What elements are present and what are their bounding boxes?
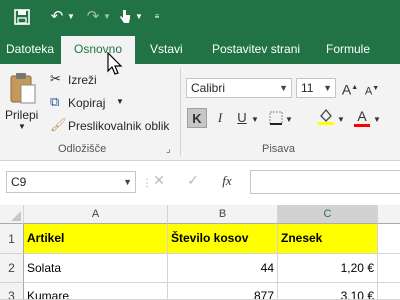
chevron-down-icon: ▼ — [323, 83, 332, 93]
tab-insert[interactable]: Vstavi — [150, 34, 183, 64]
select-all-corner[interactable] — [0, 205, 24, 224]
mouse-cursor-icon — [107, 51, 123, 81]
ribbon: Prilepi ▼ ✂ Izreži ⧉ Kopiraj ▼ 🖌 Preslik… — [0, 64, 400, 161]
copy-dropdown-icon[interactable]: ▼ — [116, 97, 124, 106]
font-color-swatch — [354, 124, 370, 127]
underline-button[interactable]: U — [232, 108, 252, 128]
fill-color-dropdown-icon[interactable]: ▼ — [336, 110, 346, 130]
font-size-select[interactable]: 11 ▼ — [296, 78, 336, 98]
tab-page-layout[interactable]: Postavitev strani — [212, 34, 300, 64]
fill-color-button[interactable] — [316, 107, 336, 127]
row-header-2[interactable]: 2 — [0, 254, 24, 283]
font-name-value: Calibri — [191, 81, 226, 95]
row-header-3[interactable]: 3 — [0, 283, 24, 300]
undo-dropdown-icon[interactable]: ▼ — [66, 7, 76, 27]
font-name-select[interactable]: Calibri ▼ — [186, 78, 292, 98]
increase-font-size-button[interactable]: A▲ — [340, 78, 360, 98]
chevron-down-icon: ▼ — [279, 83, 288, 93]
cancel-icon[interactable]: ✕ — [150, 172, 168, 189]
tab-formulas[interactable]: Formule — [326, 34, 370, 64]
copy-label: Kopiraj — [68, 96, 106, 110]
clipboard-launcher-icon[interactable]: ⌟ — [166, 144, 171, 155]
cell-a2[interactable]: Solata — [24, 254, 168, 283]
undo-icon[interactable]: ↶ — [48, 7, 66, 27]
formula-input[interactable] — [250, 170, 400, 194]
row-header-1[interactable]: 1 — [0, 224, 24, 254]
touch-mode-icon[interactable] — [116, 7, 134, 27]
customize-toolbar-icon[interactable]: ≡ — [150, 7, 164, 27]
chevron-down-icon: ▼ — [123, 177, 132, 187]
quick-access-toolbar: ↶ ▼ ↷ ▼ ▼ ≡ — [0, 0, 400, 34]
underline-dropdown-icon[interactable]: ▼ — [250, 110, 260, 130]
paste-button[interactable]: Prilepi ▼ — [5, 72, 40, 131]
redo-dropdown-icon[interactable]: ▼ — [102, 7, 112, 27]
font-color-dropdown-icon[interactable]: ▼ — [372, 110, 382, 130]
copy-icon: ⧉ — [50, 94, 60, 109]
redo-icon[interactable]: ↷ — [84, 7, 102, 27]
cut-label: Izreži — [68, 73, 97, 87]
font-color-button[interactable]: A — [352, 106, 372, 126]
save-icon[interactable] — [12, 7, 32, 27]
group-separator — [180, 68, 181, 156]
scissors-icon: ✂ — [50, 71, 61, 86]
font-size-value: 11 — [301, 81, 314, 95]
format-painter-button[interactable]: 🖌 Preslikovalnik oblik — [50, 117, 175, 135]
cell-a3[interactable]: Kumare — [24, 283, 168, 300]
tab-home[interactable]: Osnovno — [61, 36, 135, 64]
column-header-a[interactable]: A — [24, 205, 168, 224]
paste-dropdown-icon[interactable]: ▼ — [18, 122, 26, 131]
name-box[interactable]: C9 ▼ — [6, 171, 136, 193]
insert-function-button[interactable]: fx — [216, 173, 238, 189]
font-group-label: Pisava — [262, 143, 296, 155]
cell-c2[interactable]: 1,20 € — [278, 254, 378, 283]
cell-b3[interactable]: 877 — [168, 283, 278, 300]
borders-button[interactable] — [266, 108, 286, 128]
cell-d2[interactable] — [378, 254, 400, 283]
clipboard-group-label: Odložišče — [58, 143, 107, 155]
cell-c1[interactable]: Znesek — [278, 224, 378, 254]
cell-a1[interactable]: Artikel — [24, 224, 168, 254]
touch-dropdown-icon[interactable]: ▼ — [134, 7, 144, 27]
bold-button[interactable]: K — [187, 108, 207, 128]
column-header-b[interactable]: B — [168, 205, 278, 224]
italic-button[interactable]: I — [210, 108, 230, 128]
cell-d3[interactable] — [378, 283, 400, 300]
enter-icon[interactable]: ✓ — [184, 172, 202, 189]
paste-label: Prilepi — [5, 108, 39, 122]
cell-b2[interactable]: 44 — [168, 254, 278, 283]
cut-button[interactable]: ✂ Izreži — [50, 71, 110, 89]
copy-button[interactable]: ⧉ Kopiraj ▼ — [50, 94, 130, 112]
column-header-c[interactable]: C — [278, 205, 378, 224]
decrease-font-size-button[interactable]: A▼ — [362, 79, 382, 99]
cell-b1[interactable]: Število kosov — [168, 224, 278, 254]
borders-dropdown-icon[interactable]: ▼ — [284, 110, 294, 130]
format-painter-icon: 🖌 — [50, 117, 67, 132]
tab-file[interactable]: Datoteka — [6, 34, 54, 64]
cell-c3[interactable]: 3,10 € — [278, 283, 378, 300]
name-box-value: C9 — [11, 175, 27, 189]
cell-d1[interactable] — [378, 224, 400, 254]
column-header-d[interactable] — [378, 205, 400, 224]
format-painter-label: Preslikovalnik oblik — [68, 119, 170, 133]
